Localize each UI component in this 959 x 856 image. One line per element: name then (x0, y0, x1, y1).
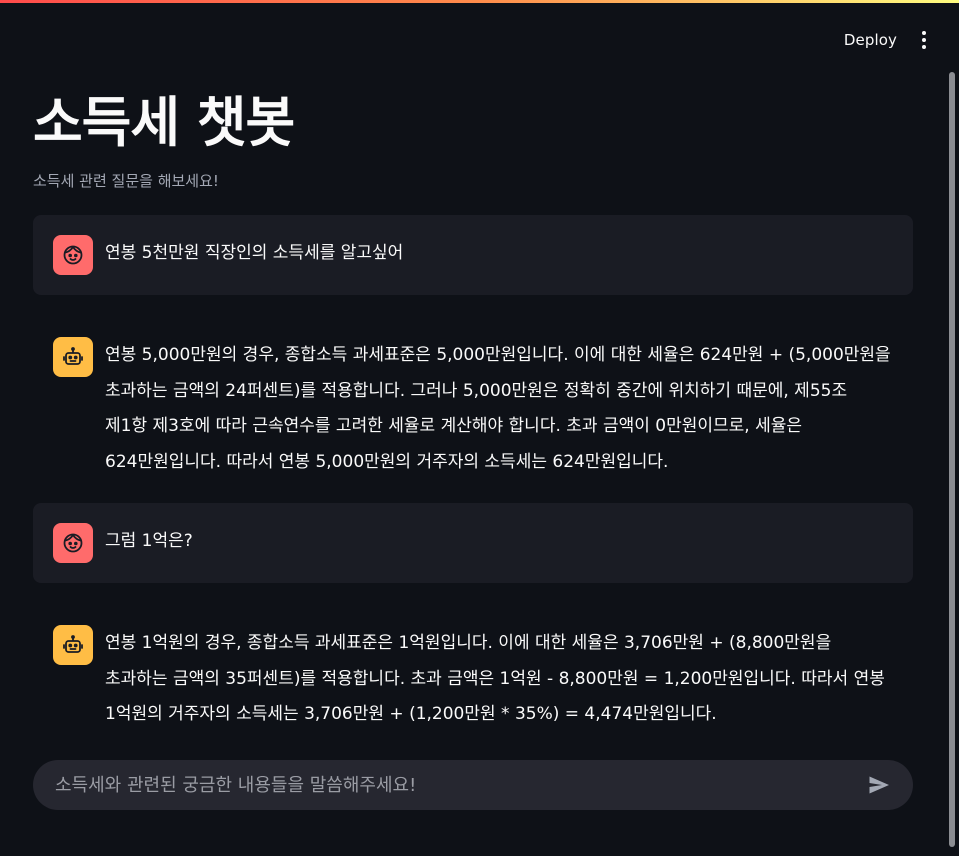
robot-icon (53, 625, 93, 665)
robot-icon (53, 337, 93, 377)
user-face-icon (53, 235, 93, 275)
chat-input-bar (33, 760, 913, 810)
header-toolbar: Deploy (844, 24, 931, 56)
top-decoration-bar (0, 0, 959, 3)
send-arrow-icon[interactable] (865, 771, 893, 799)
message-text: 연봉 5천만원 직장인의 소득세를 알고싶어 (105, 243, 404, 263)
deploy-button[interactable]: Deploy (844, 31, 897, 49)
chat-message-assistant: 연봉 5,000만원의 경우, 종합소득 과세표준은 5,000만원입니다. 이… (33, 317, 913, 500)
message-text: 연봉 5,000만원의 경우, 종합소득 과세표준은 5,000만원입니다. 이… (105, 345, 891, 472)
chat-message-user: 그럼 1억은? (33, 503, 913, 583)
page-title: 소득세 챗봇 (33, 91, 295, 154)
message-text: 그럼 1억은? (105, 531, 193, 551)
chat-input[interactable] (55, 774, 865, 796)
chat-message-assistant: 연봉 1억원의 경우, 종합소득 과세표준은 1억원입니다. 이에 대한 세율은… (33, 605, 913, 753)
kebab-menu-icon[interactable] (917, 31, 931, 49)
chat-message-user: 연봉 5천만원 직장인의 소득세를 알고싶어 (33, 215, 913, 295)
scrollbar[interactable] (949, 72, 955, 847)
app-window: Deploy 소득세 챗봇 소득세 관련 질문을 해보세요! 연봉 5천만원 직… (0, 0, 959, 856)
page-caption: 소득세 관련 질문을 해보세요! (33, 172, 219, 190)
user-face-icon (53, 523, 93, 563)
message-text: 연봉 1억원의 경우, 종합소득 과세표준은 1억원입니다. 이에 대한 세율은… (105, 633, 885, 724)
